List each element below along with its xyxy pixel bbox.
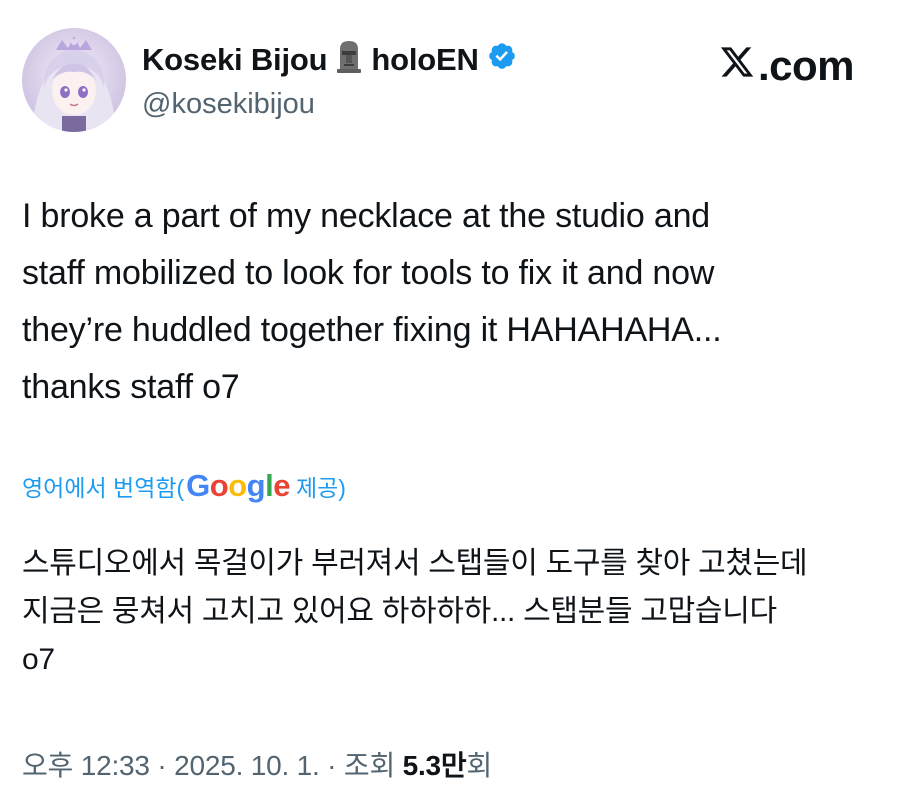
user-handle[interactable]: @kosekibijou xyxy=(142,86,517,122)
avatar-image xyxy=(22,28,126,132)
translation-suffix: 제공) xyxy=(295,475,346,501)
tweet-meta: 오후 12:33 · 2025. 10. 1. · 조회 5.3만회 xyxy=(22,744,492,784)
avatar[interactable] xyxy=(22,28,126,132)
display-name-row[interactable]: Koseki Bijou holoEN xyxy=(142,39,517,82)
meta-separator-2: · xyxy=(319,750,344,781)
x-logo-icon xyxy=(718,42,758,90)
views-label: 조회 xyxy=(343,750,403,781)
meta-separator: · xyxy=(149,750,175,781)
google-logo-icon: Google xyxy=(186,468,290,503)
translation-attribution[interactable]: 영어에서 번역함( Google 제공) xyxy=(22,468,346,504)
affiliation[interactable]: holoEN xyxy=(371,41,478,79)
translation-prefix: 영어에서 번역함( xyxy=(22,475,185,501)
display-name[interactable]: Koseki Bijou xyxy=(142,41,328,79)
brand-domain: .com xyxy=(758,42,855,89)
tweet-header: Koseki Bijou holoEN @kosekibijou xyxy=(22,28,517,132)
views-count[interactable]: 5.3만 xyxy=(403,750,467,781)
author-names: Koseki Bijou holoEN @kosekibijou xyxy=(142,39,517,122)
tweet-card: Koseki Bijou holoEN @kosekibijou .com I … xyxy=(0,0,900,802)
translated-text: 스튜디오에서 목걸이가 부러져서 스탭들이 도구를 찾아 고쳤는데 지금은 뭉쳐… xyxy=(22,547,808,676)
tweet-time[interactable]: 오후 12:33 xyxy=(22,750,150,781)
views-suffix: 회 xyxy=(466,750,493,781)
verified-badge-icon xyxy=(487,41,517,80)
tweet-date[interactable]: 2025. 10. 1. xyxy=(174,750,320,781)
moai-icon xyxy=(335,39,363,82)
tweet-text: I broke a part of my necklace at the stu… xyxy=(22,197,722,406)
x-brand: .com xyxy=(718,42,855,90)
